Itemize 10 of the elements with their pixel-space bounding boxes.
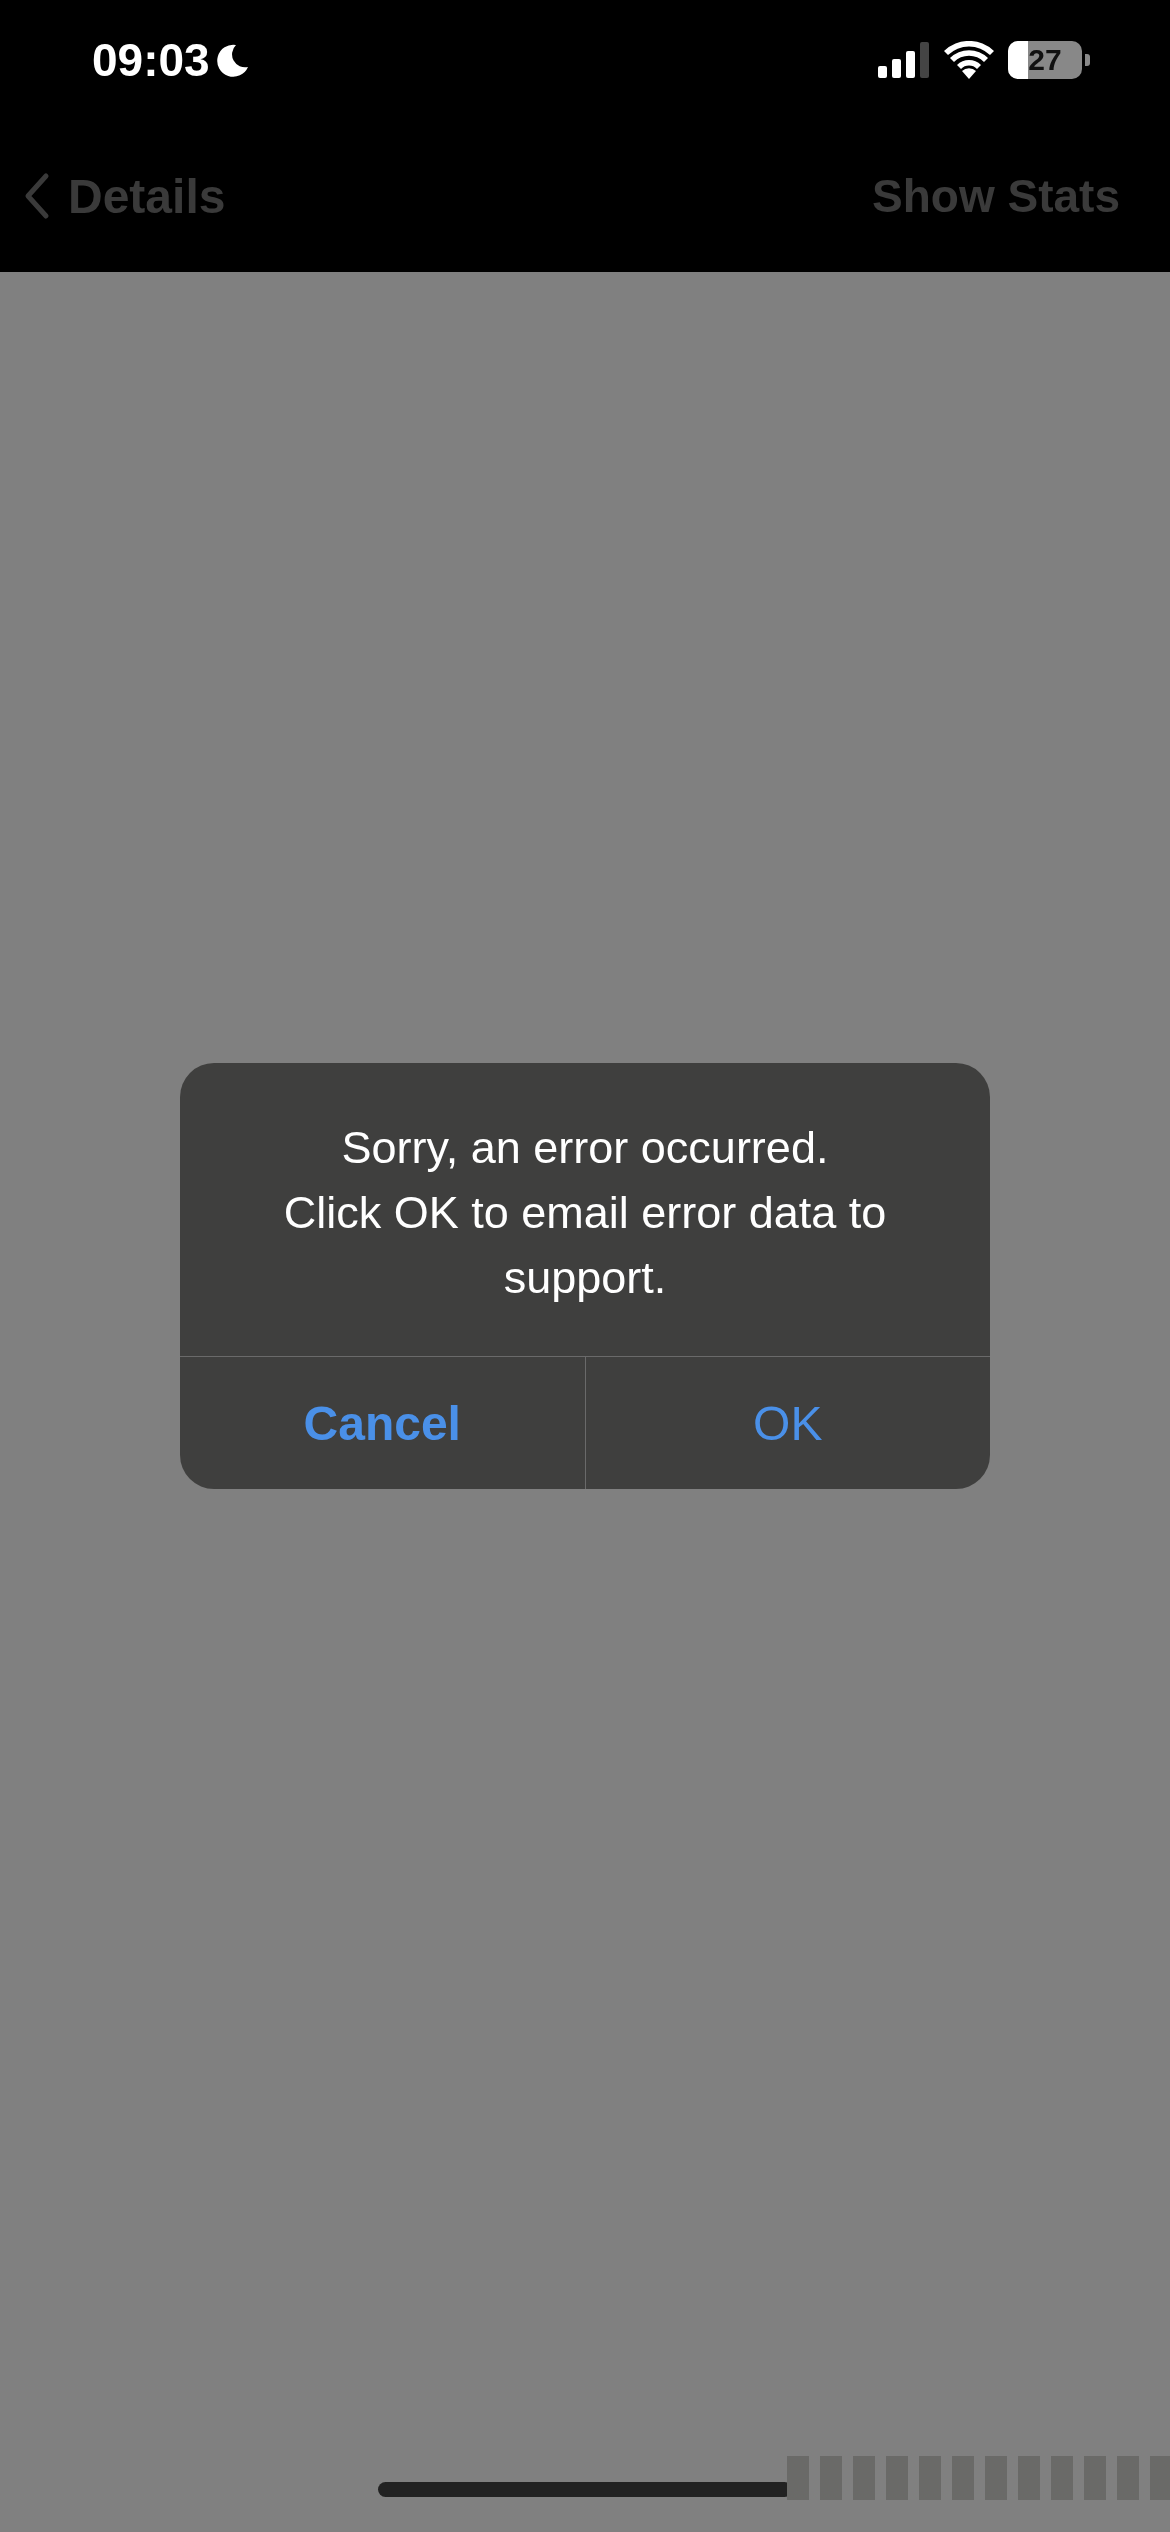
alert-message: Sorry, an error occurred. Click OK to email error data to support. xyxy=(180,1063,990,1357)
back-button[interactable]: Details xyxy=(24,168,226,224)
cancel-button[interactable]: Cancel xyxy=(180,1357,585,1489)
ok-button[interactable]: OK xyxy=(584,1357,990,1489)
signal-icon xyxy=(878,42,930,78)
wifi-icon xyxy=(944,41,994,79)
back-chevron-icon xyxy=(24,172,50,220)
status-time: 09:03 xyxy=(92,33,210,87)
show-stats-button[interactable]: Show Stats xyxy=(872,169,1120,223)
moon-icon xyxy=(215,43,250,77)
